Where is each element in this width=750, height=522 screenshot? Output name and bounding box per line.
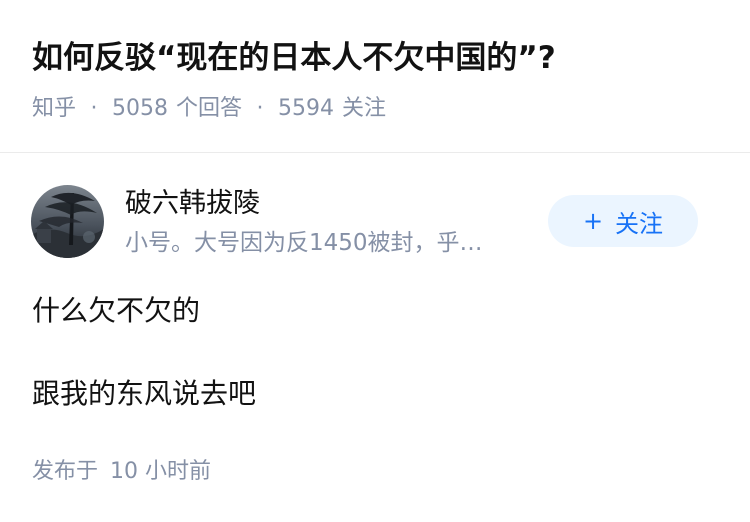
question-meta: 知乎 · 5058 个回答 · 5594 关注 — [32, 92, 386, 126]
divider — [0, 152, 750, 153]
follow-button-label: 关注 — [615, 209, 664, 238]
author-bio: 小号。大号因为反1450被封，乎… — [125, 230, 483, 256]
meta-separator: · — [256, 96, 264, 121]
plus-icon: + — [582, 207, 604, 235]
answer-count[interactable]: 5058 — [112, 96, 168, 121]
answer-paragraph: 跟我的东风说去吧 — [32, 377, 257, 410]
author-name[interactable]: 破六韩拔陵 — [125, 185, 260, 223]
follow-button[interactable]: + 关注 — [548, 195, 698, 247]
publish-label: 发布于 — [32, 459, 99, 484]
answer-count-label[interactable]: 个回答 — [176, 96, 242, 121]
follower-count-label: 关注 — [342, 96, 387, 121]
source-label[interactable]: 知乎 — [32, 96, 76, 121]
follower-count: 5594 — [278, 96, 335, 121]
publish-time-value: 10 小时前 — [110, 459, 212, 484]
answer-page: 如何反驳“现在的日本人不欠中国的”? 知乎 · 5058 个回答 · 5594 关注 — [0, 0, 750, 522]
meta-separator: · — [90, 96, 98, 121]
answer-paragraph: 什么欠不欠的 — [32, 294, 201, 327]
question-title[interactable]: 如何反驳“现在的日本人不欠中国的”? — [32, 34, 722, 82]
avatar[interactable] — [31, 185, 104, 258]
publish-time: 发布于 10 小时前 — [32, 455, 211, 489]
